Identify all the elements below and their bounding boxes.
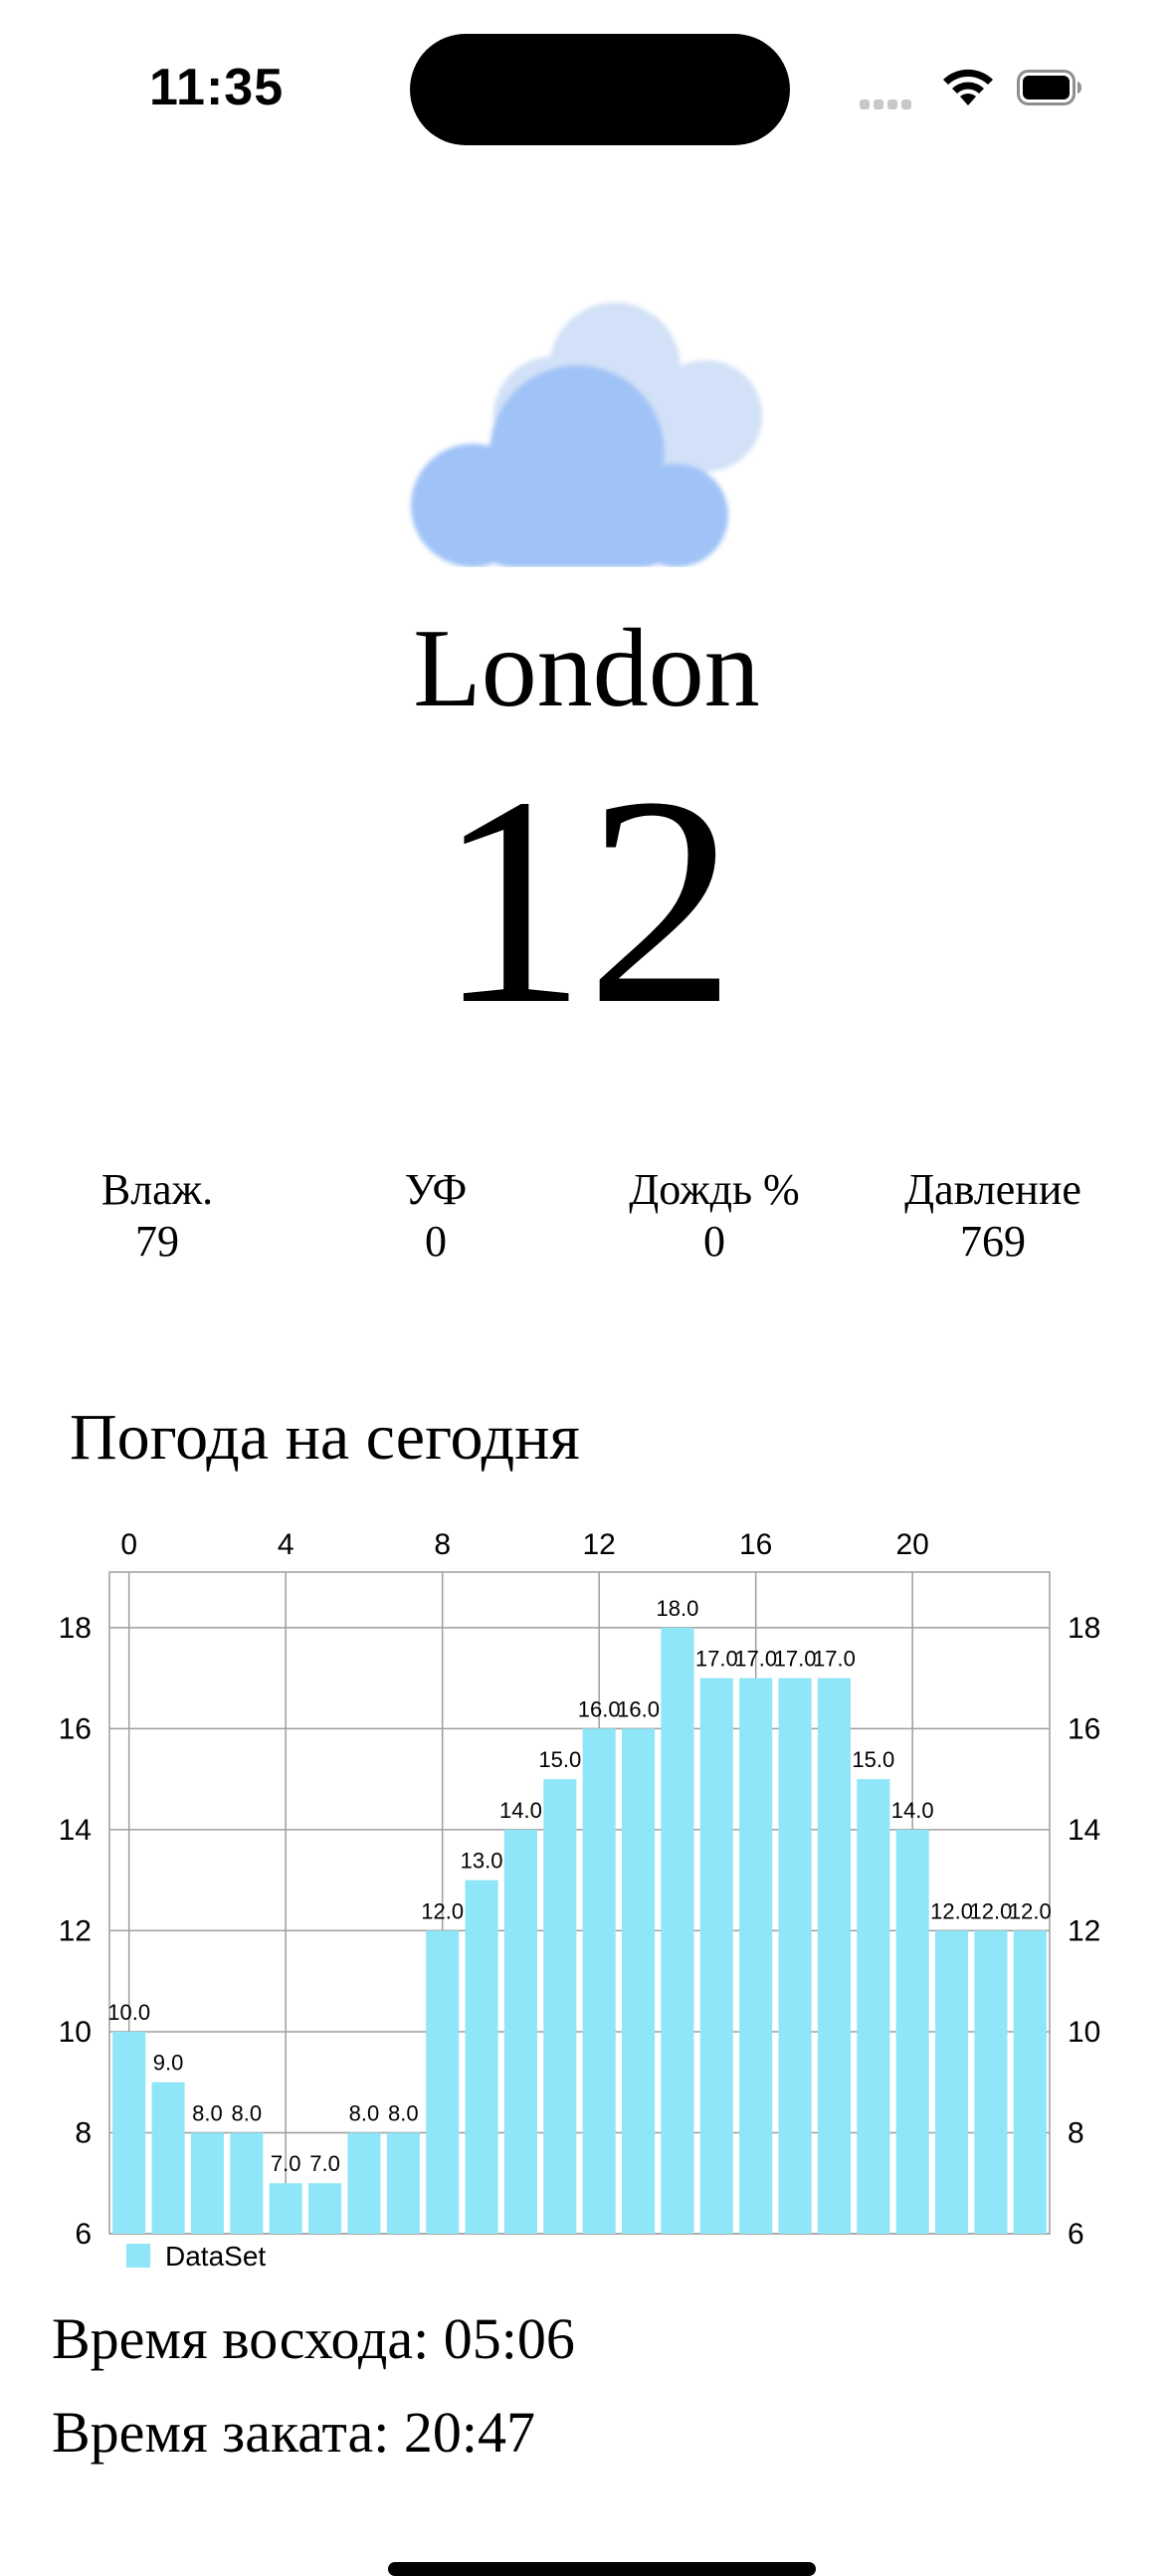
y-tick-label-right: 6 xyxy=(1068,2218,1084,2251)
wifi-icon xyxy=(943,69,993,105)
chart-bar xyxy=(739,1678,773,2234)
chart-bar xyxy=(582,1728,616,2234)
stat-pressure: Давление 769 xyxy=(854,1164,1132,1268)
stat-label: Давление xyxy=(904,1165,1081,1214)
y-tick-label-left: 12 xyxy=(59,1914,92,1947)
legend-label: DataSet xyxy=(165,2241,266,2272)
stat-value: 79 xyxy=(135,1217,179,1266)
legend-swatch xyxy=(126,2244,150,2268)
chart-bar xyxy=(661,1627,694,2234)
y-tick-label-left: 16 xyxy=(59,1712,92,1745)
x-tick-label: 0 xyxy=(120,1528,137,1561)
bar-data-label: 17.0 xyxy=(813,1647,856,1672)
y-tick-label-right: 12 xyxy=(1068,1914,1100,1947)
section-title: Погода на сегодня xyxy=(70,1401,580,1474)
hourly-temperature-chart: 10.0 9.0 8.0 8.0 7.0 7.0 8.0 8.0 12.0 13.0 14.0 15.… xyxy=(59,1528,1101,2272)
chart-legend: DataSet xyxy=(126,2241,266,2272)
y-tick-label-left: 6 xyxy=(75,2218,92,2251)
bar-data-label: 8.0 xyxy=(232,2100,263,2125)
home-indicator[interactable] xyxy=(388,2562,816,2576)
y-tick-label-right: 18 xyxy=(1068,1612,1100,1645)
y-tick-label-right: 16 xyxy=(1068,1712,1100,1745)
chart-bar xyxy=(465,1880,498,2234)
chart-bar xyxy=(503,1829,537,2234)
bar-data-label: 13.0 xyxy=(461,1849,503,1874)
status-time: 11:35 xyxy=(149,59,285,116)
y-tick-label-left: 18 xyxy=(59,1612,92,1645)
chart-bar xyxy=(622,1728,656,2234)
chart-bar xyxy=(778,1678,812,2234)
chart-bar xyxy=(857,1779,890,2234)
stat-uv: УФ 0 xyxy=(296,1164,575,1268)
chart-bar xyxy=(269,2183,302,2234)
stat-value: 0 xyxy=(703,1217,725,1266)
cloud-icon xyxy=(411,302,762,567)
chart-bar xyxy=(426,1930,460,2234)
bar-data-label: 16.0 xyxy=(578,1696,621,1721)
chart-bar xyxy=(699,1678,733,2234)
bar-data-label: 12.0 xyxy=(970,1898,1013,1923)
chart-bar xyxy=(1013,1930,1047,2234)
chart-bar xyxy=(347,2132,381,2234)
bar-data-label: 7.0 xyxy=(309,2151,340,2176)
bar-data-label: 15.0 xyxy=(852,1747,894,1772)
dynamic-island xyxy=(410,34,790,145)
y-tick-label-right: 14 xyxy=(1068,1814,1100,1847)
chart-bar xyxy=(308,2183,342,2234)
bar-data-label: 9.0 xyxy=(153,2051,184,2076)
x-tick-label: 8 xyxy=(434,1528,451,1561)
chart-bar xyxy=(543,1779,577,2234)
y-tick-label-left: 10 xyxy=(59,2016,92,2049)
y-tick-label-right: 10 xyxy=(1068,2016,1100,2049)
chart-bar xyxy=(190,2132,224,2234)
bar-data-label: 12.0 xyxy=(930,1898,973,1923)
bar-data-label: 17.0 xyxy=(774,1647,817,1672)
bar-data-label: 14.0 xyxy=(499,1798,542,1823)
bar-data-label: 15.0 xyxy=(538,1747,581,1772)
current-temperature: 12 xyxy=(437,735,736,1066)
x-tick-label: 12 xyxy=(583,1528,616,1561)
bar-data-label: 7.0 xyxy=(271,2151,301,2176)
x-tick-label: 20 xyxy=(896,1528,929,1561)
chart-bar xyxy=(151,2081,185,2234)
bar-data-label: 14.0 xyxy=(891,1798,934,1823)
bar-data-label: 8.0 xyxy=(349,2100,380,2125)
stat-value: 769 xyxy=(960,1217,1026,1266)
bar-data-label: 8.0 xyxy=(192,2100,223,2125)
stat-label: Влаж. xyxy=(100,1165,214,1214)
battery-icon xyxy=(1017,70,1081,105)
y-tick-label-left: 14 xyxy=(59,1814,92,1847)
bar-data-label: 17.0 xyxy=(734,1647,777,1672)
x-tick-label: 16 xyxy=(739,1528,772,1561)
cellular-signal-icon xyxy=(860,95,919,109)
y-tick-label-right: 8 xyxy=(1068,2116,1084,2149)
sunset-time: Время заката: 20:47 xyxy=(52,2400,536,2465)
y-tick-label-left: 8 xyxy=(75,2116,92,2149)
stat-humidity: Влаж. 79 xyxy=(18,1164,296,1268)
x-tick-label: 4 xyxy=(278,1528,294,1561)
stat-label: УФ xyxy=(404,1165,468,1214)
chart-bar xyxy=(817,1678,851,2234)
stat-label: Дождь % xyxy=(629,1165,800,1214)
stat-value: 0 xyxy=(425,1217,447,1266)
chart-bar xyxy=(112,2031,146,2234)
bar-data-label: 16.0 xyxy=(617,1696,660,1721)
chart-bar xyxy=(895,1829,929,2234)
bar-data-label: 8.0 xyxy=(388,2100,419,2125)
bar-data-label: 12.0 xyxy=(1009,1898,1052,1923)
chart-bar xyxy=(935,1930,969,2234)
sunrise-time: Время восхода: 05:06 xyxy=(52,2306,575,2371)
bar-data-label: 17.0 xyxy=(695,1647,738,1672)
chart-bar xyxy=(974,1930,1008,2234)
bar-data-label: 12.0 xyxy=(421,1898,464,1923)
stat-rain: Дождь % 0 xyxy=(575,1164,854,1268)
bar-data-label: 18.0 xyxy=(657,1596,699,1621)
bar-data-label: 10.0 xyxy=(107,2000,150,2025)
city-name: London xyxy=(413,607,760,730)
chart-bar xyxy=(230,2132,264,2234)
chart-bar xyxy=(386,2132,420,2234)
